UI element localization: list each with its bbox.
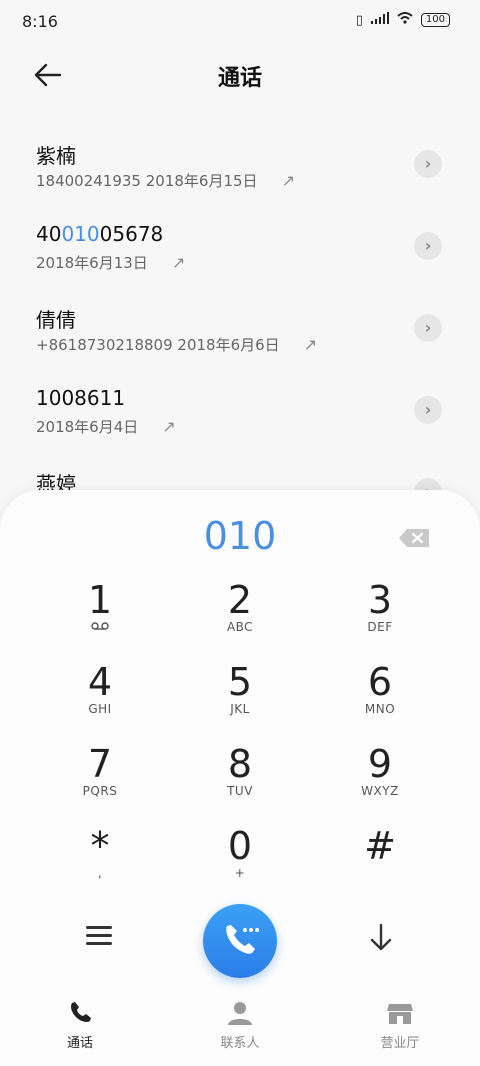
key-digit: 1 [87, 578, 113, 622]
key-letters: + [234, 866, 246, 880]
call-detail: 2018年6月13日 ↗ [36, 252, 185, 273]
tab-store[interactable]: 营业厅 [320, 990, 480, 1066]
key-digit: 2 [227, 578, 253, 622]
battery-indicator: 100 [420, 13, 450, 27]
chevron-right-icon[interactable]: › [414, 396, 442, 424]
outgoing-arrow-icon: ↗ [162, 417, 176, 436]
wifi-icon [397, 12, 413, 28]
outgoing-arrow-icon: ↗ [281, 171, 295, 190]
phone-call-icon [226, 925, 259, 954]
tab-calls[interactable]: 通话 [0, 990, 160, 1066]
chevron-right-icon[interactable]: › [414, 232, 442, 260]
call-list: 紫楠 18400241935 2018年6月15日 ↗ › 4001005678… [0, 120, 480, 530]
chevron-right-icon[interactable]: › [414, 150, 442, 178]
key-letters: PQRS [82, 784, 118, 798]
backspace-icon [399, 529, 429, 547]
key-letters: MNO [364, 702, 396, 716]
contact-name: 1008611 [36, 386, 126, 410]
contact-name: 4001005678 [36, 222, 163, 246]
key-letters [310, 866, 450, 880]
outgoing-arrow-icon: ↗ [303, 335, 318, 354]
number-part: 05678 [99, 222, 164, 246]
status-time: 8:16 [22, 12, 58, 31]
key-letters: JKL [230, 702, 250, 716]
key-digit: 6 [367, 660, 393, 704]
call-detail-text: 2018年6月13日 [36, 254, 148, 272]
key-digit: # [364, 824, 396, 868]
dial-key-star[interactable]: *, [30, 826, 170, 908]
key-digit: 3 [367, 578, 393, 622]
dial-key-hash[interactable]: # [310, 826, 450, 908]
phone-icon [71, 1002, 91, 1022]
key-letters: ABC [226, 620, 254, 634]
call-detail: 2018年6月4日 ↗ [36, 416, 176, 437]
contact-name: 紫楠 [36, 144, 76, 168]
call-detail: +8618730218809 2018年6月6日 ↗ [36, 334, 317, 355]
tab-contacts[interactable]: 联系人 [160, 990, 320, 1066]
key-digit: 5 [227, 660, 253, 704]
dial-key-8[interactable]: 8 TUV [170, 744, 310, 826]
person-icon [228, 1002, 252, 1025]
backspace-button[interactable] [398, 528, 430, 548]
outgoing-arrow-icon: ↗ [171, 253, 186, 272]
vibrate-icon: ▯ [355, 12, 363, 28]
dial-key-7[interactable]: 7 PQRS [30, 744, 170, 826]
call-log-row[interactable]: 倩倩 +8618730218809 2018年6月6日 ↗ › [0, 284, 480, 366]
chevron-right-icon[interactable]: › [414, 314, 442, 342]
voicemail-icon [30, 620, 170, 634]
call-detail-text: +8618730218809 2018年6月6日 [36, 336, 280, 354]
key-letters: , [97, 866, 103, 880]
call-log-row[interactable]: 1008611 2018年6月4日 ↗ › [0, 366, 480, 448]
dialpad-sheet: 010 1 2 ABC 3 DEF 4 GHI 5 JKL 6 MNO 7 PQRS 8 TU… [0, 490, 480, 1066]
call-detail: 18400241935 2018年6月15日 ↗ [36, 170, 295, 191]
tab-label: 联系人 [220, 1036, 260, 1051]
key-digit: 4 [87, 660, 113, 704]
dial-key-0[interactable]: 0 + [170, 826, 310, 908]
key-digit: 9 [367, 742, 393, 786]
number-part: 40 [36, 222, 62, 246]
status-icons: ▯ 100 [356, 12, 450, 28]
dial-key-3[interactable]: 3 DEF [310, 580, 450, 662]
dial-key-5[interactable]: 5 JKL [170, 662, 310, 744]
arrow-down-icon [370, 923, 392, 951]
dialer-actions [0, 904, 480, 980]
call-button[interactable] [203, 904, 277, 978]
tab-label: 通话 [66, 1036, 93, 1051]
dial-key-4[interactable]: 4 GHI [30, 662, 170, 744]
key-digit: * [90, 824, 110, 868]
page-title: 通话 [217, 66, 262, 91]
call-detail-text: 18400241935 2018年6月15日 [36, 172, 258, 190]
contact-name: 倩倩 [36, 308, 76, 332]
collapse-dialpad-button[interactable] [368, 922, 394, 952]
call-log-row[interactable]: 4001005678 2018年6月13日 ↗ › [0, 202, 480, 284]
tab-label: 营业厅 [380, 1036, 420, 1051]
key-letters: GHI [88, 702, 112, 716]
dial-key-1[interactable]: 1 [30, 580, 170, 662]
dial-key-2[interactable]: 2 ABC [170, 580, 310, 662]
signal-icon [370, 12, 389, 28]
number-match-highlight: 010 [61, 222, 100, 246]
key-letters: WXYZ [361, 784, 399, 798]
menu-button[interactable] [86, 926, 112, 950]
status-bar: 8:16 ▯ 100 [0, 0, 480, 44]
store-icon [387, 1004, 413, 1024]
key-letters: DEF [367, 620, 393, 634]
bottom-tab-bar: 通话 联系人 营业厅 [0, 990, 480, 1066]
call-detail-text: 2018年6月4日 [36, 418, 139, 436]
header: 通话 [0, 50, 480, 100]
dial-key-6[interactable]: 6 MNO [310, 662, 450, 744]
call-log-row[interactable]: 紫楠 18400241935 2018年6月15日 ↗ › [0, 120, 480, 202]
key-letters: TUV [227, 784, 253, 798]
key-digit: 7 [87, 742, 113, 786]
dialpad: 1 2 ABC 3 DEF 4 GHI 5 JKL 6 MNO 7 PQRS 8 TUV 9W… [30, 580, 450, 908]
menu-icon [86, 926, 112, 945]
key-digit: 0 [227, 824, 253, 868]
key-digit: 8 [227, 742, 253, 786]
dial-key-9[interactable]: 9 WXYZ [310, 744, 450, 826]
